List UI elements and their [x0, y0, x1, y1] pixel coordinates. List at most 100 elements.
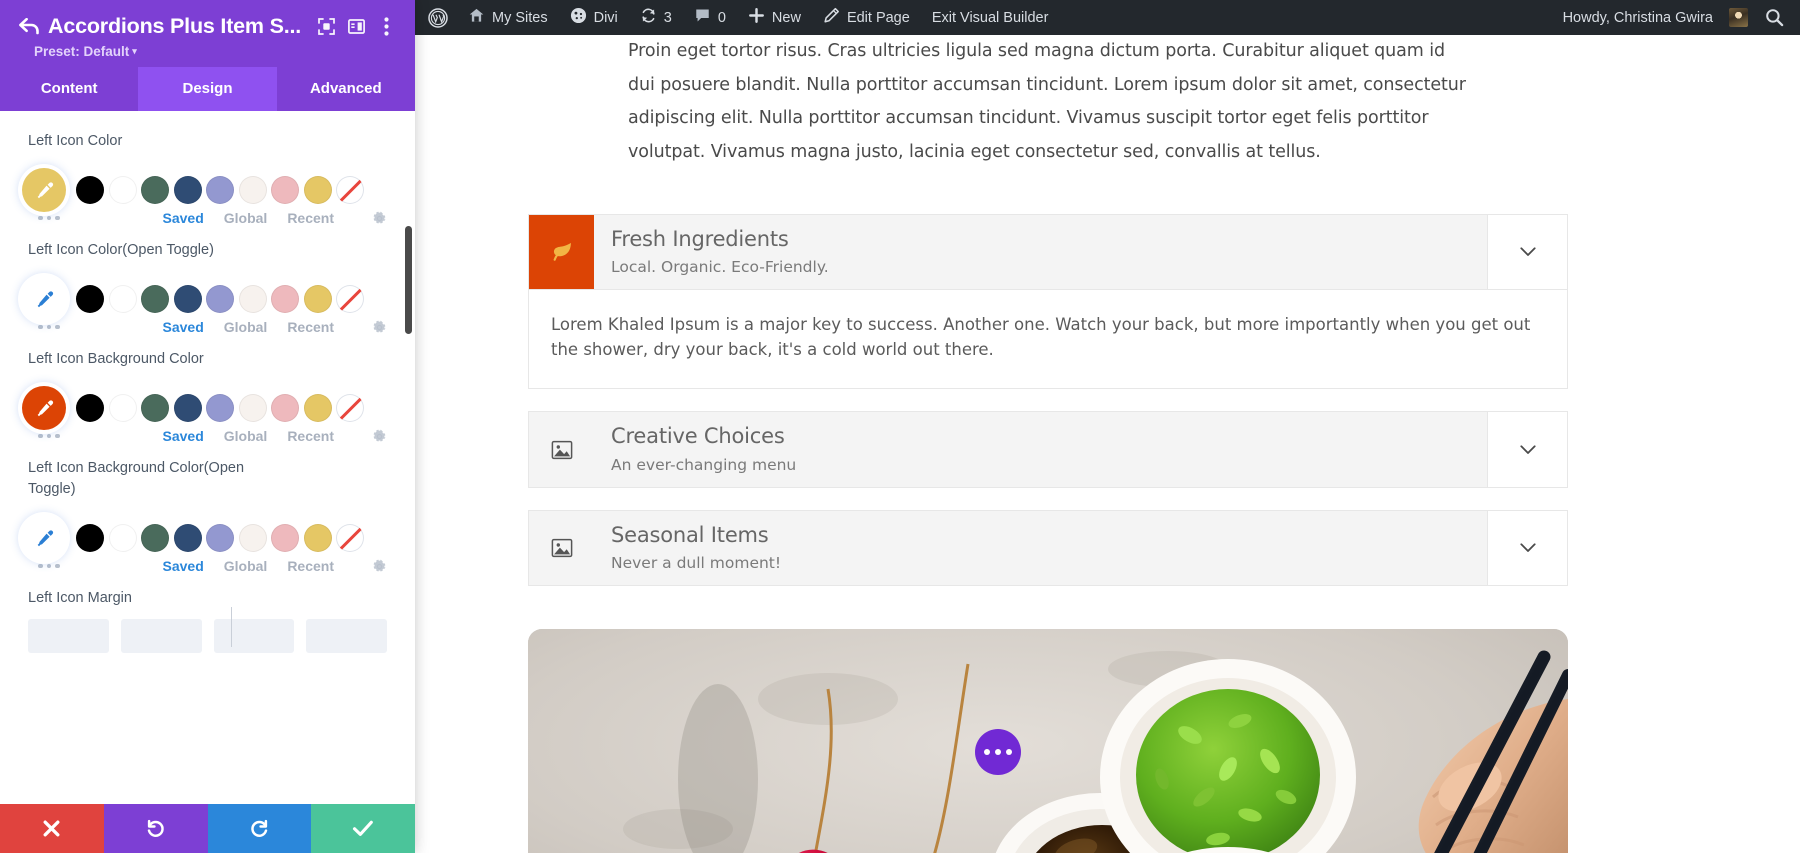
- ellipsis-icon[interactable]: [38, 215, 60, 221]
- gear-icon[interactable]: [372, 429, 387, 444]
- palette-swatch[interactable]: [173, 285, 202, 314]
- palette-swatch[interactable]: [173, 394, 202, 423]
- palette-swatch[interactable]: [271, 524, 299, 553]
- tab-advanced[interactable]: Advanced: [276, 67, 415, 111]
- global-tab[interactable]: Global: [224, 210, 268, 226]
- color-swatch-row: [22, 275, 387, 323]
- accordion-toggle-button[interactable]: [1487, 510, 1567, 586]
- divi-logo-icon: [570, 7, 587, 28]
- palette-swatch[interactable]: [238, 285, 267, 314]
- saved-tab[interactable]: Saved: [163, 428, 204, 444]
- recent-tab[interactable]: Recent: [287, 319, 334, 335]
- global-tab[interactable]: Global: [224, 558, 268, 574]
- layout-panel-icon[interactable]: [341, 12, 371, 40]
- palette-swatch[interactable]: [173, 176, 202, 205]
- palette-swatch[interactable]: [108, 394, 137, 423]
- adminbar-item-exit-visual-builder[interactable]: Exit Visual Builder: [921, 0, 1060, 35]
- saved-tab[interactable]: Saved: [163, 210, 204, 226]
- palette-swatch[interactable]: [76, 176, 104, 205]
- field-left-icon-background-color-open-toggle: Left Icon Background Color(Open Toggle): [22, 458, 387, 574]
- global-tab[interactable]: Global: [224, 319, 268, 335]
- accordion-header[interactable]: Fresh Ingredients Local. Organic. Eco-Fr…: [528, 214, 1568, 291]
- recent-tab[interactable]: Recent: [287, 558, 334, 574]
- margin-left-input[interactable]: [306, 619, 387, 654]
- palette-swatch-none[interactable]: [336, 176, 364, 205]
- undo-button[interactable]: [103, 804, 208, 853]
- adminbar-item-divi[interactable]: Divi: [559, 0, 629, 35]
- palette-swatch[interactable]: [76, 285, 104, 314]
- palette-swatch-none[interactable]: [336, 524, 364, 553]
- accordion-header[interactable]: Creative Choices An ever-changing menu: [528, 411, 1568, 488]
- palette-swatch[interactable]: [206, 524, 234, 553]
- accordion-body: Lorem Khaled Ipsum is a major key to suc…: [528, 290, 1568, 390]
- recent-tab[interactable]: Recent: [287, 210, 334, 226]
- global-tab[interactable]: Global: [224, 428, 268, 444]
- palette-swatch[interactable]: [108, 524, 137, 553]
- active-color-swatch[interactable]: [22, 277, 66, 322]
- panel-scrollbar[interactable]: [405, 226, 412, 334]
- palette-swatch[interactable]: [303, 285, 332, 314]
- ellipsis-fab-icon[interactable]: [975, 729, 1021, 776]
- palette-swatch[interactable]: [76, 394, 104, 423]
- palette-swatch[interactable]: [206, 285, 234, 314]
- ellipsis-icon[interactable]: [38, 324, 60, 330]
- color-swatch-row: [22, 384, 387, 432]
- margin-right-input[interactable]: [120, 619, 202, 654]
- palette-swatch[interactable]: [206, 394, 234, 423]
- search-icon[interactable]: [1752, 8, 1800, 27]
- accordion-toggle-button[interactable]: [1487, 412, 1567, 487]
- palette-swatch[interactable]: [303, 394, 332, 423]
- gear-icon[interactable]: [372, 559, 387, 574]
- howdy-account-menu[interactable]: Howdy, Christina Gwira: [1550, 0, 1752, 35]
- palette-swatch[interactable]: [108, 285, 137, 314]
- palette-swatch[interactable]: [108, 176, 137, 205]
- margin-bottom-input[interactable]: [213, 619, 295, 654]
- palette-swatch[interactable]: [271, 176, 299, 205]
- palette-swatch[interactable]: [271, 285, 299, 314]
- active-color-swatch[interactable]: [22, 516, 66, 561]
- redo-button[interactable]: [207, 804, 312, 853]
- save-button[interactable]: [311, 804, 415, 853]
- palette-swatch[interactable]: [141, 285, 169, 314]
- palette-swatch[interactable]: [141, 394, 169, 423]
- palette-swatch[interactable]: [238, 394, 267, 423]
- back-arrow-icon[interactable]: [14, 13, 44, 39]
- focus-target-icon[interactable]: [311, 12, 341, 40]
- saved-tab[interactable]: Saved: [163, 319, 204, 335]
- recent-tab[interactable]: Recent: [287, 428, 334, 444]
- palette-swatch[interactable]: [271, 394, 299, 423]
- tab-design[interactable]: Design: [138, 67, 277, 111]
- palette-swatch-none[interactable]: [336, 394, 364, 423]
- cancel-button[interactable]: [0, 804, 104, 853]
- preset-selector[interactable]: Preset: Default ▾: [34, 44, 401, 59]
- adminbar-item-edit-page[interactable]: Edit Page: [812, 0, 921, 35]
- margin-top-input[interactable]: [28, 619, 109, 654]
- palette-swatch[interactable]: [303, 176, 332, 205]
- adminbar-item-updates[interactable]: 3: [629, 0, 683, 35]
- palette-swatch[interactable]: [238, 176, 267, 205]
- gear-icon[interactable]: [372, 211, 387, 226]
- kebab-menu-icon[interactable]: [371, 12, 401, 40]
- ellipsis-icon[interactable]: [38, 433, 60, 439]
- palette-swatch[interactable]: [303, 524, 332, 553]
- palette-swatch-none[interactable]: [336, 285, 364, 314]
- palette-swatch[interactable]: [238, 524, 267, 553]
- active-color-swatch[interactable]: [22, 386, 66, 431]
- adminbar-item-comments[interactable]: 0: [683, 0, 737, 35]
- adminbar-item-my-sites[interactable]: My Sites: [457, 0, 559, 35]
- palette-swatch[interactable]: [206, 176, 234, 205]
- adminbar-item-new[interactable]: New: [737, 0, 812, 35]
- palette-swatch[interactable]: [173, 524, 202, 553]
- ellipsis-icon[interactable]: [38, 563, 60, 569]
- wordpress-logo-icon[interactable]: [415, 0, 457, 35]
- palette-swatch[interactable]: [76, 524, 104, 553]
- gear-icon[interactable]: [372, 320, 387, 335]
- accordion-header[interactable]: Seasonal Items Never a dull moment!: [528, 509, 1568, 587]
- saved-tab[interactable]: Saved: [163, 558, 204, 574]
- active-color-swatch[interactable]: [22, 168, 66, 213]
- palette-swatch[interactable]: [141, 176, 169, 205]
- accordion-toggle-button[interactable]: [1487, 215, 1567, 290]
- tab-content[interactable]: Content: [0, 67, 139, 111]
- palette-swatch[interactable]: [141, 524, 169, 553]
- pencil-icon: [823, 7, 840, 28]
